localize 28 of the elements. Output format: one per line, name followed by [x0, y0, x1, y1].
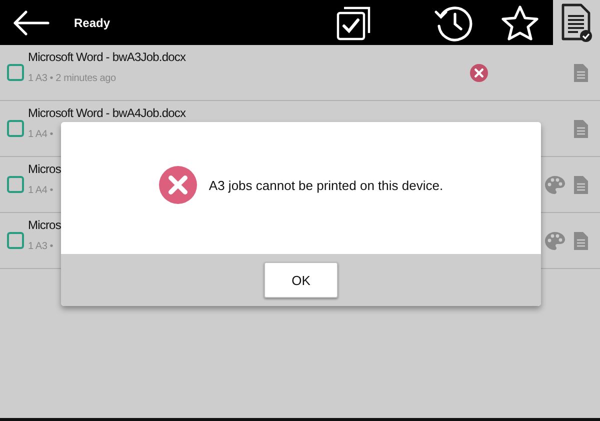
dialog-message: A3 jobs cannot be printed on this device. — [208, 178, 444, 192]
checkbox[interactable] — [7, 176, 24, 193]
document-icon — [574, 176, 588, 194]
job-title: Microsoft Word - bwA3Job.docx — [28, 50, 186, 64]
job-details: 1 A3 • — [28, 241, 54, 253]
palette-icon — [545, 232, 565, 250]
job-title: Micros — [28, 218, 61, 232]
document-icon — [574, 64, 588, 82]
star-icon — [501, 4, 539, 40]
back-arrow-icon — [12, 10, 50, 36]
job-title: Microsoft Word - bwA4Job.docx — [28, 106, 186, 120]
back-button[interactable] — [12, 10, 50, 36]
error-icon — [470, 64, 488, 82]
error-icon — [158, 166, 197, 204]
status-text: Ready — [74, 16, 112, 30]
document-icon — [574, 120, 588, 138]
document-check-icon — [560, 2, 592, 42]
ok-button[interactable]: OK — [264, 262, 338, 298]
checkbox[interactable] — [7, 120, 24, 137]
job-title: Micros — [28, 162, 61, 176]
document-icon — [574, 232, 588, 250]
job-details: 1 A4 • — [28, 129, 54, 141]
checkbox[interactable] — [7, 64, 24, 81]
job-details: 1 A3 • 2 minutes ago — [28, 73, 116, 85]
checkbox[interactable] — [7, 232, 24, 249]
palette-icon — [545, 176, 565, 194]
history-icon — [434, 4, 474, 42]
job-details: 1 A4 • — [28, 185, 54, 197]
